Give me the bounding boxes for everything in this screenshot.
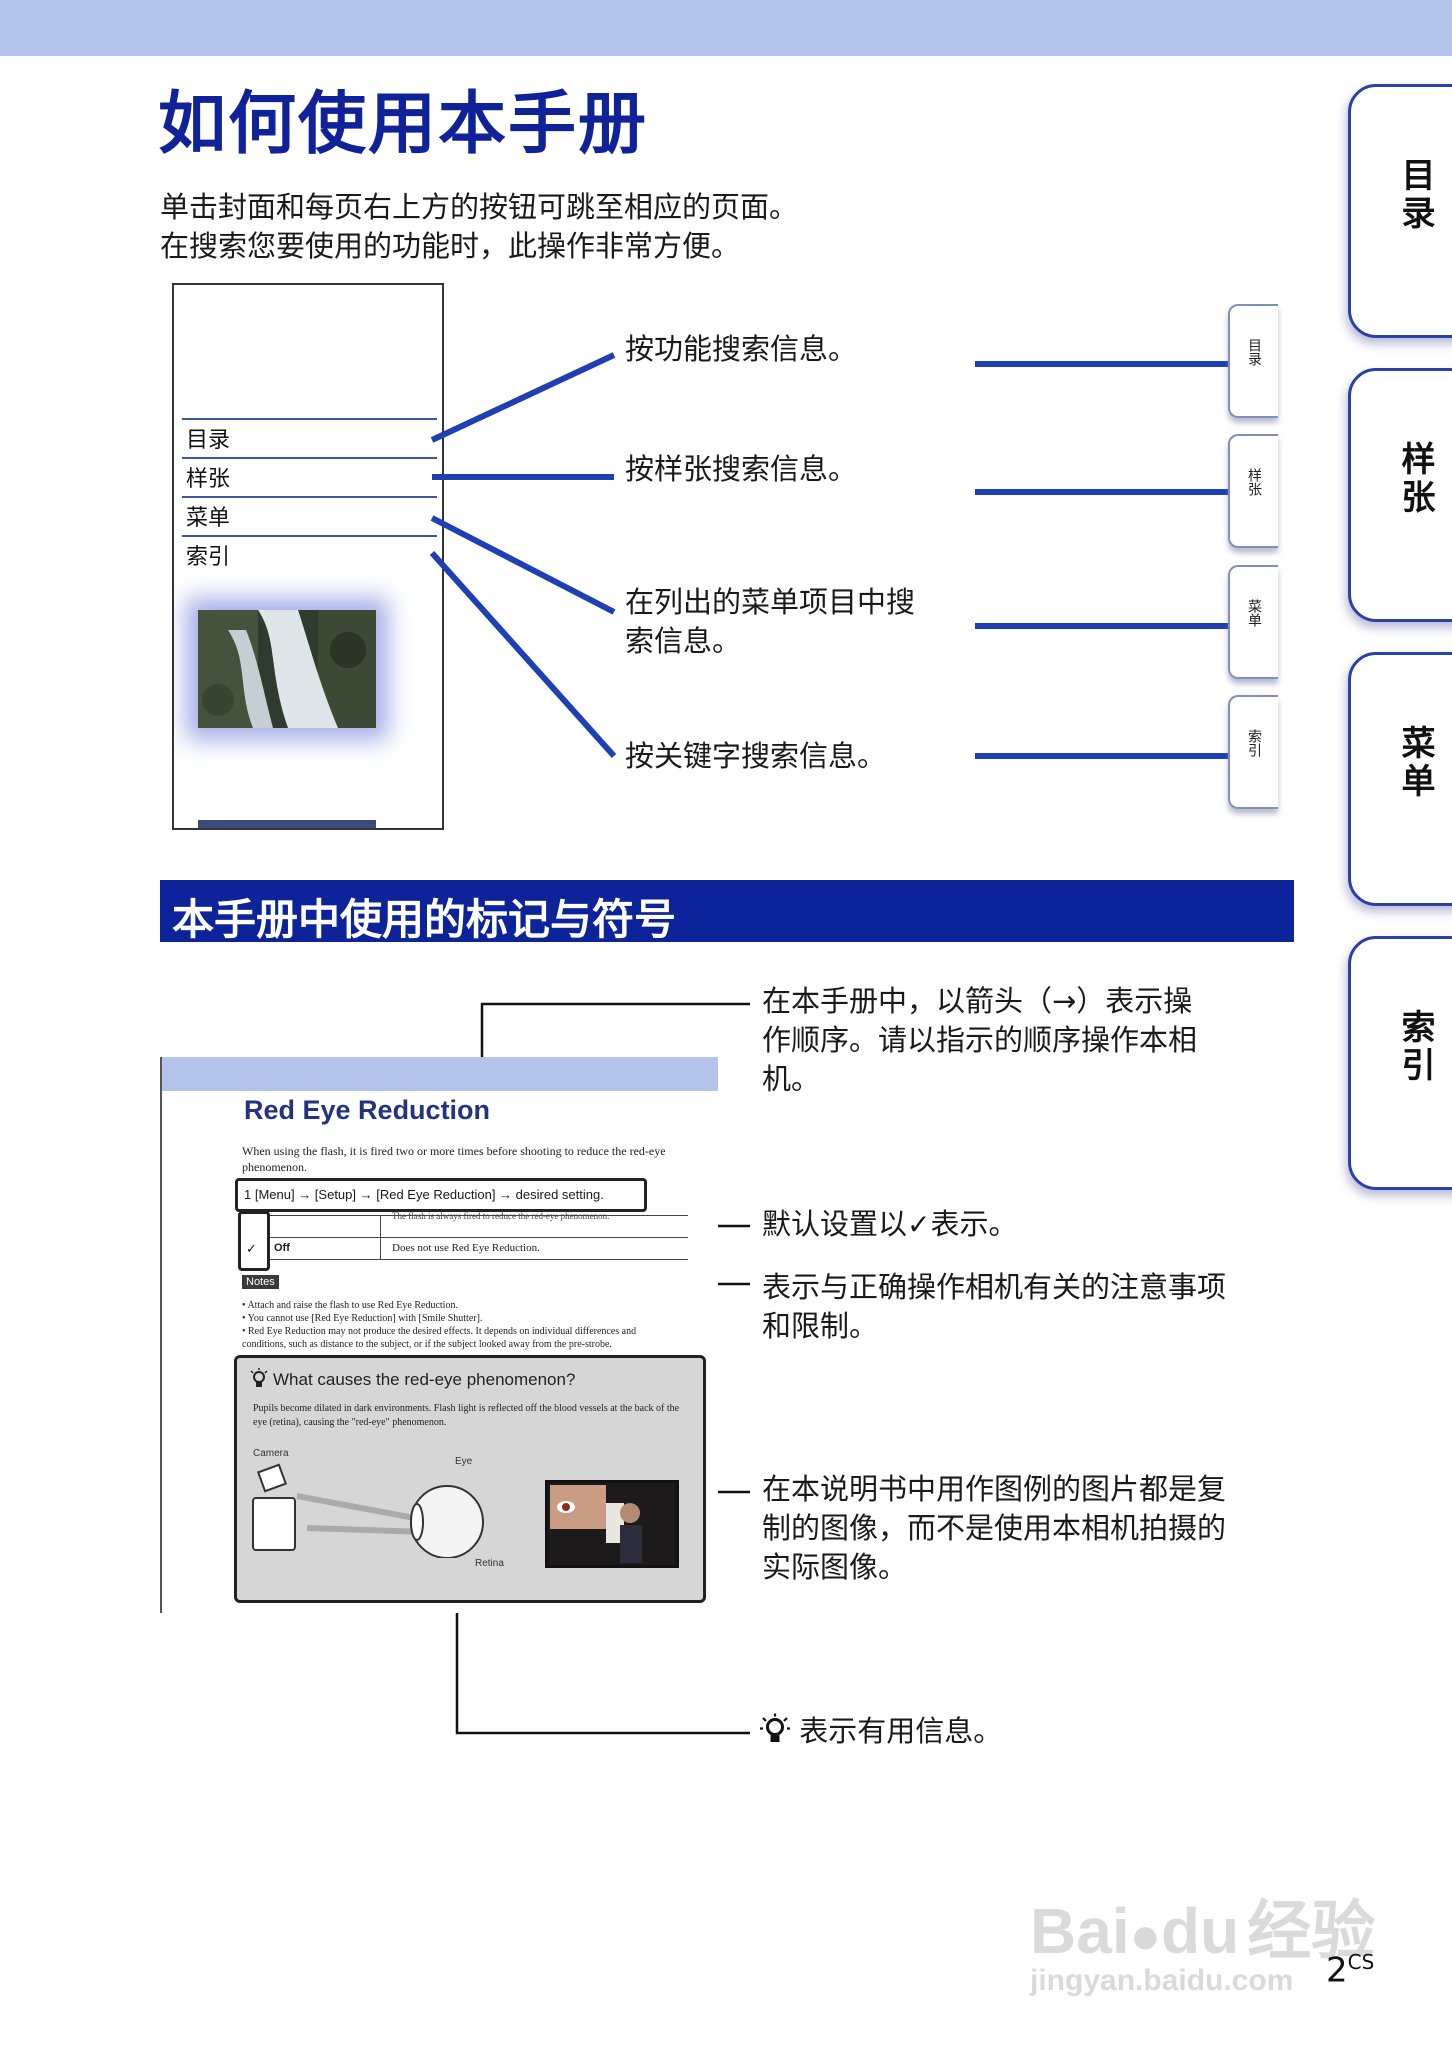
table-rule [270, 1237, 688, 1238]
watermark-brand-2: du [1161, 1895, 1240, 1967]
mini-tab-label: 菜单 [1246, 599, 1262, 627]
note-line: • Attach and raise the flash to use Red … [242, 1300, 458, 1311]
callout-samples: 按样张搜索信息。 [625, 452, 858, 486]
mini-tab-label: 目录 [1246, 338, 1262, 366]
mini-tab-label: 索引 [1246, 729, 1262, 757]
sample-description: When using the flash, it is fired two or… [242, 1144, 666, 1174]
table-rule [270, 1259, 688, 1260]
watermark-logo: Bai●du 经验 [1030, 1880, 1375, 1972]
table-column-rule [380, 1215, 381, 1259]
image-desc-line-3: 实际图像。 [762, 1550, 908, 1584]
sample-title: Red Eye Reduction [244, 1095, 491, 1125]
section-header: 本手册中使用的标记与符号 [160, 880, 1294, 944]
notes-desc-line-1: 表示与正确操作相机有关的注意事项 [762, 1270, 1227, 1304]
section-title: 本手册中使用的标记与符号 [172, 895, 677, 944]
arrow-desc-line-2: 作顺序。请以指示的顺序操作本相 [762, 1023, 1198, 1057]
watermark-brand: Bai [1030, 1895, 1130, 1967]
note-line: • You cannot use [Red Eye Reduction] wit… [242, 1313, 483, 1324]
sample-page-illustration: Red Eye Reduction When using the flash, … [160, 1057, 718, 1613]
sample-settings-table: The flash is always fired to reduce the … [232, 1211, 702, 1271]
mini-tab-menu: 菜单 [1228, 565, 1278, 679]
lightbulb-icon [760, 1713, 790, 1742]
check-icon: ✓ [246, 1242, 257, 1257]
callout-menu: 在列出的菜单项目中搜 索信息。 [625, 583, 915, 661]
tip-text: Pupils become dilated in dark environmen… [253, 1403, 680, 1428]
default-desc-part-2: 表示。 [930, 1207, 1018, 1241]
table-row-1: The flash is always fired to reduce the … [392, 1211, 610, 1221]
image-desc-line-1: 在本说明书中用作图例的图片都是复 [762, 1472, 1227, 1506]
mini-tab-label: 样张 [1246, 468, 1262, 496]
mini-tab-contents: 目录 [1228, 304, 1278, 418]
tip-description: 表示有用信息。 [760, 1712, 1002, 1751]
label-retina: Retina [475, 1558, 504, 1569]
paw-icon: ● [1129, 1907, 1162, 1965]
notes-badge: Notes [242, 1275, 279, 1289]
default-marker-box: ✓ [238, 1211, 270, 1271]
sample-step: 1 [Menu] → [Setup] → [Red Eye Reduction]… [235, 1178, 647, 1212]
callout-menu-line-1: 在列出的菜单项目中搜 [625, 585, 916, 619]
arrow-description: 在本手册中，以箭头（→）表示操 作顺序。请以指示的顺序操作本相 机。 [762, 982, 1197, 1099]
watermark-url: jingyan.baidu.com [1030, 1964, 1294, 1997]
mini-tab-samples: 样张 [1228, 434, 1278, 548]
table-row-2-key: Off [274, 1242, 290, 1254]
image-desc-line-2: 制的图像，而不是使用本相机拍摄的 [762, 1511, 1227, 1545]
notes-description: 表示与正确操作相机有关的注意事项 和限制。 [762, 1268, 1226, 1346]
tip-box: What causes the red-eye phenomenon? Pupi… [234, 1355, 706, 1603]
note-line: • Red Eye Reduction may not produce the … [242, 1326, 637, 1337]
sample-photo [545, 1480, 679, 1568]
arrow-desc-line-3: 机。 [762, 1062, 821, 1096]
tip-title: What causes the red-eye phenomenon? [273, 1370, 576, 1389]
lightbulb-icon [250, 1368, 268, 1387]
sample-header-band [162, 1057, 718, 1091]
red-eye-diagram [252, 1463, 484, 1558]
notes-desc-line-2: 和限制。 [762, 1309, 879, 1343]
checkmark-icon: ✓ [907, 1208, 931, 1241]
mini-tab-index: 索引 [1228, 695, 1278, 809]
default-setting-description: 默认设置以✓表示。 [762, 1205, 1018, 1244]
callout-function: 按功能搜索信息。 [625, 332, 858, 366]
image-description: 在本说明书中用作图例的图片都是复 制的图像，而不是使用本相机拍摄的 实际图像。 [762, 1470, 1226, 1587]
callout-menu-line-2: 索信息。 [625, 624, 742, 658]
table-row-2-value: Does not use Red Eye Reduction. [392, 1242, 540, 1254]
page-number-value: 2 [1326, 1950, 1348, 1991]
callout-keyword: 按关键字搜索信息。 [625, 739, 887, 773]
page-number-suffix: CS [1347, 1950, 1375, 1974]
tip-desc-text: 表示有用信息。 [799, 1714, 1003, 1748]
arrow-desc-line-1: 在本手册中，以箭头（→）表示操 [762, 984, 1193, 1018]
sample-notes: • Attach and raise the flash to use Red … [242, 1299, 692, 1351]
default-desc-part-1: 默认设置以 [762, 1207, 908, 1241]
note-line: conditions, such as distance to the subj… [242, 1339, 612, 1350]
page-number: 2CS [1326, 1950, 1374, 1990]
